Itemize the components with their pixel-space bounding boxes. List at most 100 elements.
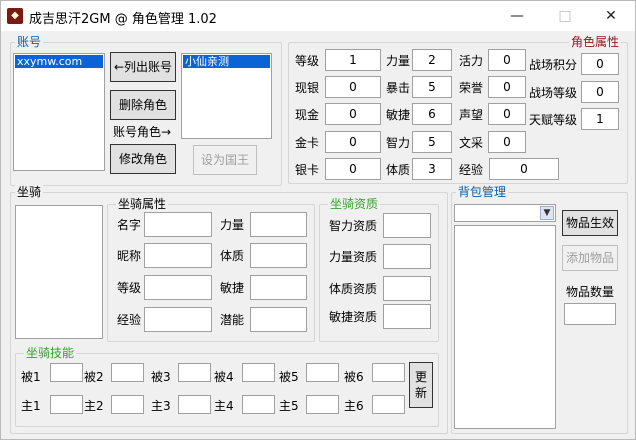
attr-input[interactable]: 5: [412, 131, 452, 153]
attr-input[interactable]: 0: [488, 131, 526, 153]
item-quantity-input[interactable]: [564, 303, 616, 325]
passive-skill-label: 被2: [84, 370, 104, 384]
attr-label: 经验: [459, 163, 484, 177]
apply-item-button[interactable]: 物品生效: [562, 210, 618, 236]
attr-label: 金卡: [295, 136, 320, 150]
window-title: 成吉思汗2GM @ 角色管理 1.02: [29, 12, 217, 27]
attr-label: 战场积分: [529, 58, 578, 72]
attr-input[interactable]: 1: [581, 108, 619, 130]
attr-input[interactable]: 3: [412, 158, 452, 180]
active-skill-input[interactable]: [111, 395, 144, 414]
active-skill-label: 主5: [279, 399, 299, 413]
attr-input[interactable]: 0: [325, 76, 381, 98]
active-skill-input[interactable]: [178, 395, 211, 414]
passive-skill-input[interactable]: [242, 363, 275, 382]
attr-label: 现金: [295, 108, 320, 122]
list-accounts-button[interactable]: ←列出账号: [110, 52, 176, 82]
mount-attr-label: 名字: [117, 218, 142, 232]
mount-attr-label: 坐骑属性: [116, 197, 169, 211]
mount-aptitude-label: 敏捷资质: [329, 310, 378, 324]
chevron-down-icon[interactable]: ▼: [540, 206, 554, 220]
app-icon: ◆: [7, 8, 23, 24]
delete-role-button[interactable]: 删除角色: [110, 90, 176, 120]
attr-label: 体质: [386, 163, 411, 177]
attr-input[interactable]: 0: [488, 103, 526, 125]
attr-input[interactable]: 2: [412, 49, 452, 71]
active-skill-input[interactable]: [242, 395, 275, 414]
mount-aptitude-label: 体质资质: [329, 282, 378, 296]
attr-label: 活力: [459, 54, 484, 68]
mount-attr-input[interactable]: [250, 243, 307, 268]
attr-label: 力量: [386, 54, 411, 68]
maximize-button[interactable]: □: [543, 1, 587, 31]
attr-input[interactable]: 0: [325, 131, 381, 153]
attr-input[interactable]: 0: [581, 53, 619, 75]
attr-input[interactable]: 0: [581, 81, 619, 103]
attr-label: 现银: [295, 81, 320, 95]
passive-skill-input[interactable]: [306, 363, 339, 382]
mount-attr-label: 敏捷: [220, 281, 245, 295]
attr-input[interactable]: 0: [488, 76, 526, 98]
mount-aptitude-input[interactable]: [383, 304, 431, 329]
active-skill-label: 主4: [214, 399, 234, 413]
role-list[interactable]: 小仙亲测: [181, 53, 272, 139]
attr-label: 天赋等级: [529, 113, 578, 127]
mount-attr-input[interactable]: [144, 307, 212, 332]
mount-aptitude-label: 坐骑资质: [328, 197, 381, 211]
refresh-button[interactable]: 更新: [409, 362, 433, 408]
passive-skill-label: 被3: [151, 370, 171, 384]
attr-input[interactable]: 0: [325, 158, 381, 180]
attr-input[interactable]: 6: [412, 103, 452, 125]
active-skill-input[interactable]: [50, 395, 83, 414]
mount-attr-label: 潜能: [220, 313, 245, 327]
bag-group-label: 背包管理: [456, 185, 509, 199]
mount-aptitude-input[interactable]: [383, 276, 431, 301]
mount-aptitude-input[interactable]: [383, 213, 431, 238]
bag-dropdown[interactable]: ▼: [454, 204, 556, 222]
attr-label: 文采: [459, 136, 484, 150]
active-skill-label: 主6: [344, 399, 364, 413]
mount-attr-input[interactable]: [144, 243, 212, 268]
modify-role-button[interactable]: 修改角色: [110, 144, 176, 174]
active-skill-input[interactable]: [306, 395, 339, 414]
mount-aptitude-input[interactable]: [383, 244, 431, 269]
mount-attr-input[interactable]: [250, 275, 307, 300]
account-role-label: 账号角色→: [113, 125, 172, 139]
mount-attr-input[interactable]: [250, 212, 307, 237]
attr-label: 敏捷: [386, 108, 411, 122]
mount-attr-input[interactable]: [250, 307, 307, 332]
active-skill-label: 主3: [151, 399, 171, 413]
attr-label: 智力: [386, 136, 411, 150]
add-item-button[interactable]: 添加物品: [562, 245, 618, 271]
mount-list[interactable]: [15, 205, 103, 339]
account-list[interactable]: xxymw.com: [13, 53, 105, 171]
passive-skill-input[interactable]: [372, 363, 405, 382]
attr-input[interactable]: 1: [325, 49, 381, 71]
mount-attr-input[interactable]: [144, 275, 212, 300]
passive-skill-input[interactable]: [178, 363, 211, 382]
close-button[interactable]: ✕: [589, 1, 633, 31]
passive-skill-label: 被6: [344, 370, 364, 384]
attr-input[interactable]: 0: [325, 103, 381, 125]
item-quantity-label: 物品数量: [566, 285, 615, 299]
account-list-item[interactable]: xxymw.com: [15, 55, 103, 68]
passive-skill-input[interactable]: [111, 363, 144, 382]
passive-skill-input[interactable]: [50, 363, 83, 382]
active-skill-label: 主2: [84, 399, 104, 413]
active-skill-input[interactable]: [372, 395, 405, 414]
mount-attr-label: 昵称: [117, 249, 142, 263]
attr-label: 等级: [295, 54, 320, 68]
passive-skill-label: 被5: [279, 370, 299, 384]
set-king-button[interactable]: 设为国王: [193, 145, 257, 175]
attr-input[interactable]: 5: [412, 76, 452, 98]
role-list-item[interactable]: 小仙亲测: [183, 55, 270, 68]
account-group-label: 账号: [15, 35, 44, 49]
passive-skill-label: 被1: [21, 370, 41, 384]
minimize-button[interactable]: —: [495, 1, 539, 31]
attr-input[interactable]: 0: [489, 158, 559, 180]
attr-input[interactable]: 0: [488, 49, 526, 71]
bag-item-list[interactable]: [454, 225, 556, 429]
mount-attr-input[interactable]: [144, 212, 212, 237]
role-attributes-label: 角色属性: [568, 35, 621, 49]
refresh-button-label: 更新: [414, 370, 427, 400]
